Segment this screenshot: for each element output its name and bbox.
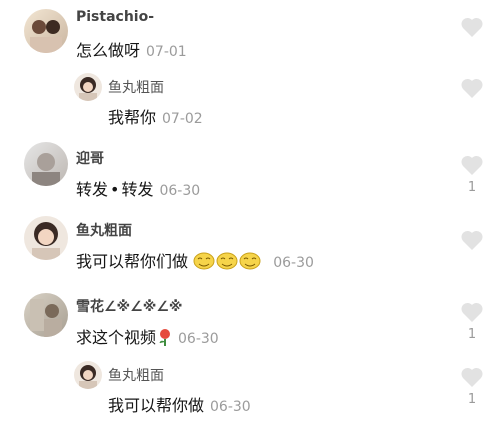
avatar[interactable] xyxy=(74,73,102,101)
reply-text: 我可以帮你做 xyxy=(108,396,205,415)
like-count: 1 xyxy=(467,180,477,195)
cunning-smile-emoji xyxy=(216,252,238,270)
avatar[interactable] xyxy=(24,142,68,186)
reply-username[interactable]: 鱼丸粗面 xyxy=(108,365,164,385)
comment-text-part: 转发 xyxy=(121,180,154,199)
comment-text-row[interactable]: 求这个视频 06-30 xyxy=(76,324,219,348)
reply-text-row[interactable]: 我可以帮你做 06-30 xyxy=(108,392,251,416)
comment-text: 怎么做呀 xyxy=(76,41,141,60)
cunning-smile-emoji xyxy=(193,252,215,270)
heart-icon xyxy=(461,302,483,322)
reply-username[interactable]: 鱼丸粗面 xyxy=(108,77,164,97)
like-button[interactable]: 1 xyxy=(460,366,484,407)
like-count: 1 xyxy=(467,392,477,407)
reply-time: 06-30 xyxy=(210,399,251,415)
heart-icon xyxy=(461,78,483,98)
comment-text-row[interactable]: 我可以帮你们做 06-30 xyxy=(76,248,314,272)
comment-text-row[interactable]: 转发 • 转发 06-30 xyxy=(76,176,200,200)
like-count: 1 xyxy=(467,327,477,342)
comment-text-row[interactable]: 怎么做呀 07-01 xyxy=(76,37,187,61)
avatar[interactable] xyxy=(24,9,68,53)
comment-text: 我可以帮你们做 xyxy=(76,252,189,271)
cunning-smile-emoji xyxy=(239,252,261,270)
avatar[interactable] xyxy=(74,361,102,389)
heart-icon xyxy=(461,17,483,37)
reply-text: 我帮你 xyxy=(108,108,157,127)
comment-time: 07-01 xyxy=(146,44,187,60)
comment-username[interactable]: 迎哥 xyxy=(76,148,104,168)
like-button[interactable]: 1 xyxy=(460,301,484,342)
avatar[interactable] xyxy=(24,216,68,260)
comment-time: 06-30 xyxy=(178,331,219,347)
comment-time: 06-30 xyxy=(273,255,314,271)
like-button[interactable]: 1 xyxy=(460,154,484,195)
heart-icon xyxy=(461,367,483,387)
like-button[interactable] xyxy=(460,229,484,255)
comment-username[interactable]: Pistachio- xyxy=(76,9,154,25)
reply-time: 07-02 xyxy=(162,111,203,127)
rose-emoji xyxy=(159,329,171,346)
reply-text-row[interactable]: 我帮你 07-02 xyxy=(108,104,203,128)
comment-username[interactable]: 鱼丸粗面 xyxy=(76,220,132,240)
comment-text: 求这个视频 xyxy=(76,328,157,347)
like-button[interactable] xyxy=(460,77,484,103)
like-button[interactable] xyxy=(460,16,484,42)
comment-username[interactable]: 雪花∠※∠※∠※ xyxy=(76,296,182,316)
separator: • xyxy=(110,180,120,199)
comment-time: 06-30 xyxy=(159,183,201,199)
comment-text-part: 转发 xyxy=(76,180,109,199)
heart-icon xyxy=(461,230,483,250)
heart-icon xyxy=(461,155,483,175)
avatar[interactable] xyxy=(24,293,68,337)
